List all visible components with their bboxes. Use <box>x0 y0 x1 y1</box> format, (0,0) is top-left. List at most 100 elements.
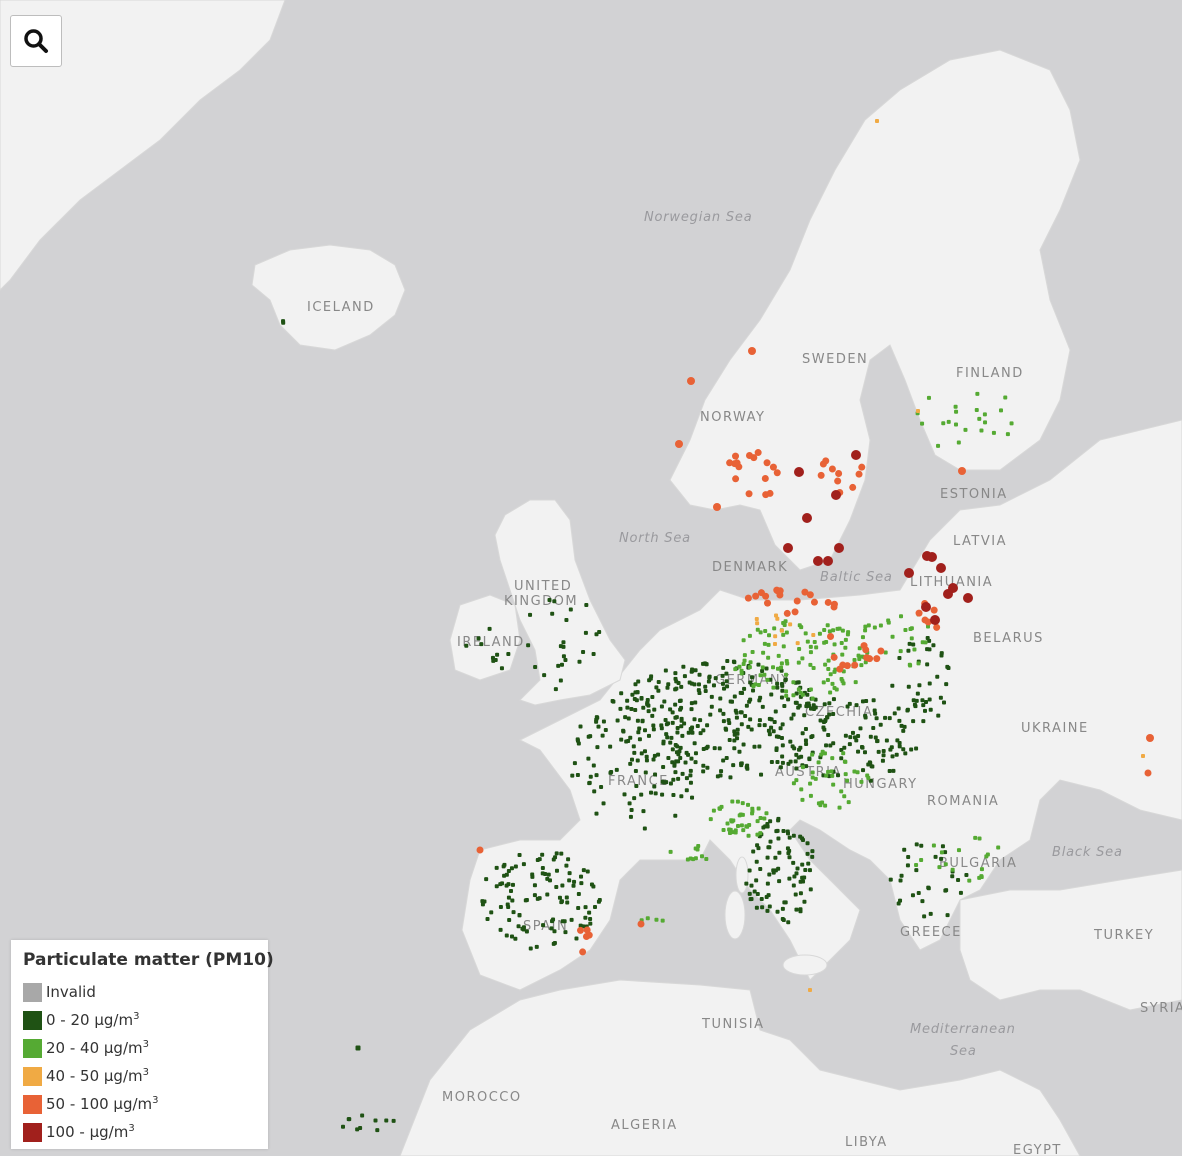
station-marker[interactable] <box>748 680 753 685</box>
station-marker[interactable] <box>778 726 783 731</box>
station-marker[interactable] <box>682 674 687 679</box>
station-marker[interactable] <box>887 768 892 773</box>
station-marker[interactable] <box>919 857 924 862</box>
station-marker[interactable] <box>748 717 753 722</box>
station-marker[interactable] <box>360 1113 365 1118</box>
station-marker[interactable] <box>942 700 947 705</box>
station-marker[interactable] <box>545 892 550 897</box>
station-marker[interactable] <box>513 864 518 869</box>
station-marker[interactable] <box>756 846 761 851</box>
station-marker[interactable] <box>669 735 674 740</box>
station-marker[interactable] <box>552 929 557 934</box>
station-marker[interactable] <box>622 792 627 797</box>
station-marker[interactable] <box>751 688 756 693</box>
station-marker[interactable] <box>871 698 876 703</box>
station-marker[interactable] <box>721 828 726 833</box>
station-marker[interactable] <box>863 624 868 629</box>
station-marker[interactable] <box>747 891 752 896</box>
station-marker[interactable] <box>956 878 961 883</box>
station-marker[interactable] <box>534 944 539 949</box>
station-marker[interactable] <box>791 712 796 717</box>
station-marker[interactable] <box>975 391 980 396</box>
station-marker[interactable] <box>788 739 793 744</box>
station-marker[interactable] <box>751 849 756 854</box>
station-marker[interactable] <box>803 726 808 731</box>
station-marker[interactable] <box>735 823 740 828</box>
station-marker[interactable] <box>956 440 961 445</box>
station-marker[interactable] <box>615 718 620 723</box>
station-marker[interactable] <box>828 465 836 473</box>
station-marker[interactable] <box>922 914 927 919</box>
station-marker[interactable] <box>775 828 780 833</box>
station-marker[interactable] <box>830 681 835 686</box>
station-marker[interactable] <box>552 599 557 604</box>
station-marker[interactable] <box>679 794 684 799</box>
station-marker[interactable] <box>537 857 542 862</box>
station-marker[interactable] <box>708 817 713 822</box>
station-marker[interactable] <box>796 687 801 692</box>
station-marker[interactable] <box>747 868 752 873</box>
station-marker[interactable] <box>633 769 638 774</box>
station-marker[interactable] <box>675 730 680 735</box>
station-marker[interactable] <box>869 764 874 769</box>
station-marker[interactable] <box>958 467 966 475</box>
station-marker[interactable] <box>798 891 803 896</box>
station-marker[interactable] <box>852 658 857 663</box>
station-marker[interactable] <box>642 826 647 831</box>
station-marker[interactable] <box>760 665 765 670</box>
station-marker[interactable] <box>923 708 928 713</box>
station-marker[interactable] <box>557 895 562 900</box>
station-marker[interactable] <box>693 760 698 765</box>
station-marker[interactable] <box>659 704 664 709</box>
station-marker[interactable] <box>832 642 837 647</box>
station-marker[interactable] <box>765 677 770 682</box>
station-marker[interactable] <box>764 894 769 899</box>
station-marker[interactable] <box>881 749 886 754</box>
station-marker[interactable] <box>747 633 752 638</box>
station-marker[interactable] <box>763 629 768 634</box>
station-marker[interactable] <box>645 916 650 921</box>
station-marker[interactable] <box>782 900 787 905</box>
station-marker[interactable] <box>783 543 793 553</box>
station-marker[interactable] <box>936 713 941 718</box>
station-marker[interactable] <box>476 846 484 854</box>
station-marker[interactable] <box>685 857 690 862</box>
station-marker[interactable] <box>843 772 848 777</box>
station-marker[interactable] <box>742 653 747 658</box>
station-marker[interactable] <box>757 744 762 749</box>
station-marker[interactable] <box>758 831 763 836</box>
station-marker[interactable] <box>559 851 564 856</box>
station-marker[interactable] <box>577 659 582 664</box>
station-marker[interactable] <box>839 756 844 761</box>
station-marker[interactable] <box>803 738 808 743</box>
station-marker[interactable] <box>796 755 801 760</box>
station-marker[interactable] <box>564 863 569 868</box>
station-marker[interactable] <box>520 926 525 931</box>
station-marker[interactable] <box>793 759 798 764</box>
station-marker[interactable] <box>914 868 919 873</box>
station-marker[interactable] <box>862 750 867 755</box>
station-marker[interactable] <box>834 687 839 692</box>
station-marker[interactable] <box>809 706 814 711</box>
station-marker[interactable] <box>827 633 835 641</box>
station-marker[interactable] <box>754 859 759 864</box>
station-marker[interactable] <box>925 662 930 667</box>
station-marker[interactable] <box>802 899 807 904</box>
station-marker[interactable] <box>570 773 575 778</box>
station-marker[interactable] <box>608 770 613 775</box>
station-marker[interactable] <box>945 913 950 918</box>
station-marker[interactable] <box>738 710 743 715</box>
station-marker[interactable] <box>509 888 514 893</box>
station-marker[interactable] <box>916 891 921 896</box>
station-marker[interactable] <box>504 933 509 938</box>
station-marker[interactable] <box>773 586 781 594</box>
station-marker[interactable] <box>826 658 831 663</box>
station-marker[interactable] <box>768 819 773 824</box>
station-marker[interactable] <box>675 744 680 749</box>
station-marker[interactable] <box>855 470 863 478</box>
station-marker[interactable] <box>673 813 678 818</box>
station-marker[interactable] <box>698 718 703 723</box>
station-marker[interactable] <box>877 647 885 655</box>
station-marker[interactable] <box>726 459 734 467</box>
station-marker[interactable] <box>551 857 556 862</box>
